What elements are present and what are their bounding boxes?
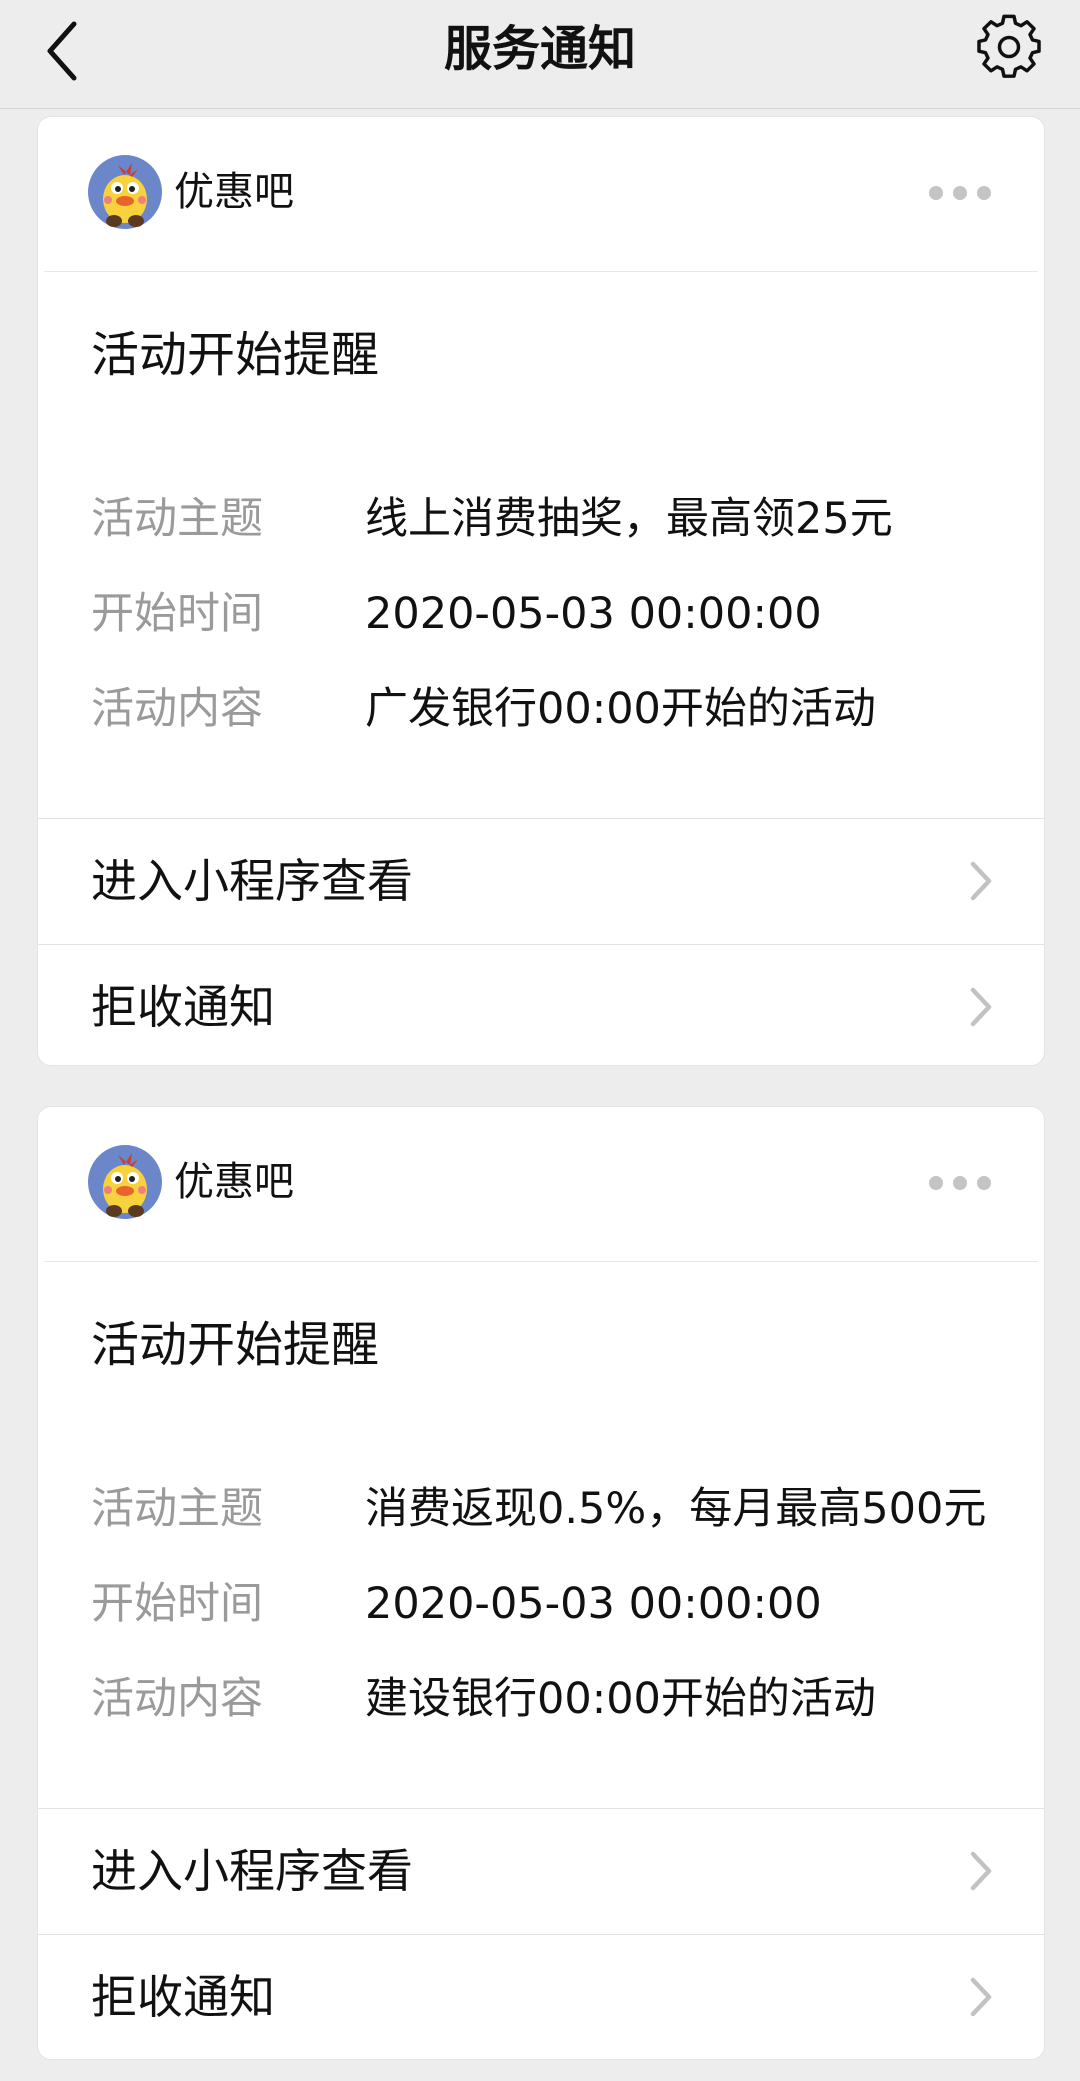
field-label: 活动内容 bbox=[91, 1674, 263, 1724]
card-header: 优惠吧 bbox=[38, 1107, 1044, 1262]
field-label: 开始时间 bbox=[91, 589, 263, 639]
field-value: 2020-05-03 00:00:00 bbox=[365, 1579, 822, 1629]
reject-notification-button[interactable]: 拒收通知 bbox=[38, 944, 1044, 1065]
action-label: 进入小程序查看 bbox=[91, 1844, 413, 1898]
notification-card: 优惠吧 活动开始提醒 活动主题 线上消费抽奖，最高领25元 开始时间 2020-… bbox=[37, 116, 1045, 1066]
open-miniprogram-button[interactable]: 进入小程序查看 bbox=[38, 1808, 1044, 1935]
field-value: 2020-05-03 00:00:00 bbox=[365, 589, 822, 639]
chevron-right-icon bbox=[970, 987, 992, 1027]
field-value: 线上消费抽奖，最高领25元 bbox=[365, 494, 893, 544]
notice-title: 活动开始提醒 bbox=[91, 327, 380, 383]
divider bbox=[44, 1261, 1038, 1262]
action-label: 进入小程序查看 bbox=[91, 854, 413, 908]
open-miniprogram-button[interactable]: 进入小程序查看 bbox=[38, 818, 1044, 945]
field-label: 开始时间 bbox=[91, 1579, 263, 1629]
more-options-icon[interactable] bbox=[928, 183, 992, 203]
reject-notification-button[interactable]: 拒收通知 bbox=[38, 1934, 1044, 2059]
field-value: 广发银行00:00开始的活动 bbox=[365, 684, 876, 734]
chevron-right-icon bbox=[970, 1977, 992, 2017]
notification-card: 优惠吧 活动开始提醒 活动主题 消费返现0.5%，每月最高500元 开始时间 2… bbox=[37, 1106, 1045, 2060]
notice-title: 活动开始提醒 bbox=[91, 1317, 380, 1373]
chevron-right-icon bbox=[970, 1851, 992, 1891]
chevron-right-icon bbox=[970, 861, 992, 901]
more-options-icon[interactable] bbox=[928, 1173, 992, 1193]
action-label: 拒收通知 bbox=[91, 1970, 275, 2024]
divider bbox=[44, 271, 1038, 272]
page-title: 服务通知 bbox=[443, 21, 636, 77]
avatar[interactable] bbox=[88, 155, 162, 229]
field-value: 消费返现0.5%，每月最高500元 bbox=[365, 1484, 987, 1534]
gear-icon[interactable] bbox=[976, 14, 1042, 80]
field-label: 活动主题 bbox=[91, 494, 263, 544]
card-header: 优惠吧 bbox=[38, 117, 1044, 272]
navigation-bar: 服务通知 bbox=[0, 0, 1080, 109]
field-label: 活动内容 bbox=[91, 684, 263, 734]
field-label: 活动主题 bbox=[91, 1484, 263, 1534]
sender-name[interactable]: 优惠吧 bbox=[174, 165, 294, 219]
action-label: 拒收通知 bbox=[91, 980, 275, 1034]
sender-name[interactable]: 优惠吧 bbox=[174, 1155, 294, 1209]
field-value: 建设银行00:00开始的活动 bbox=[365, 1674, 876, 1724]
avatar[interactable] bbox=[88, 1145, 162, 1219]
